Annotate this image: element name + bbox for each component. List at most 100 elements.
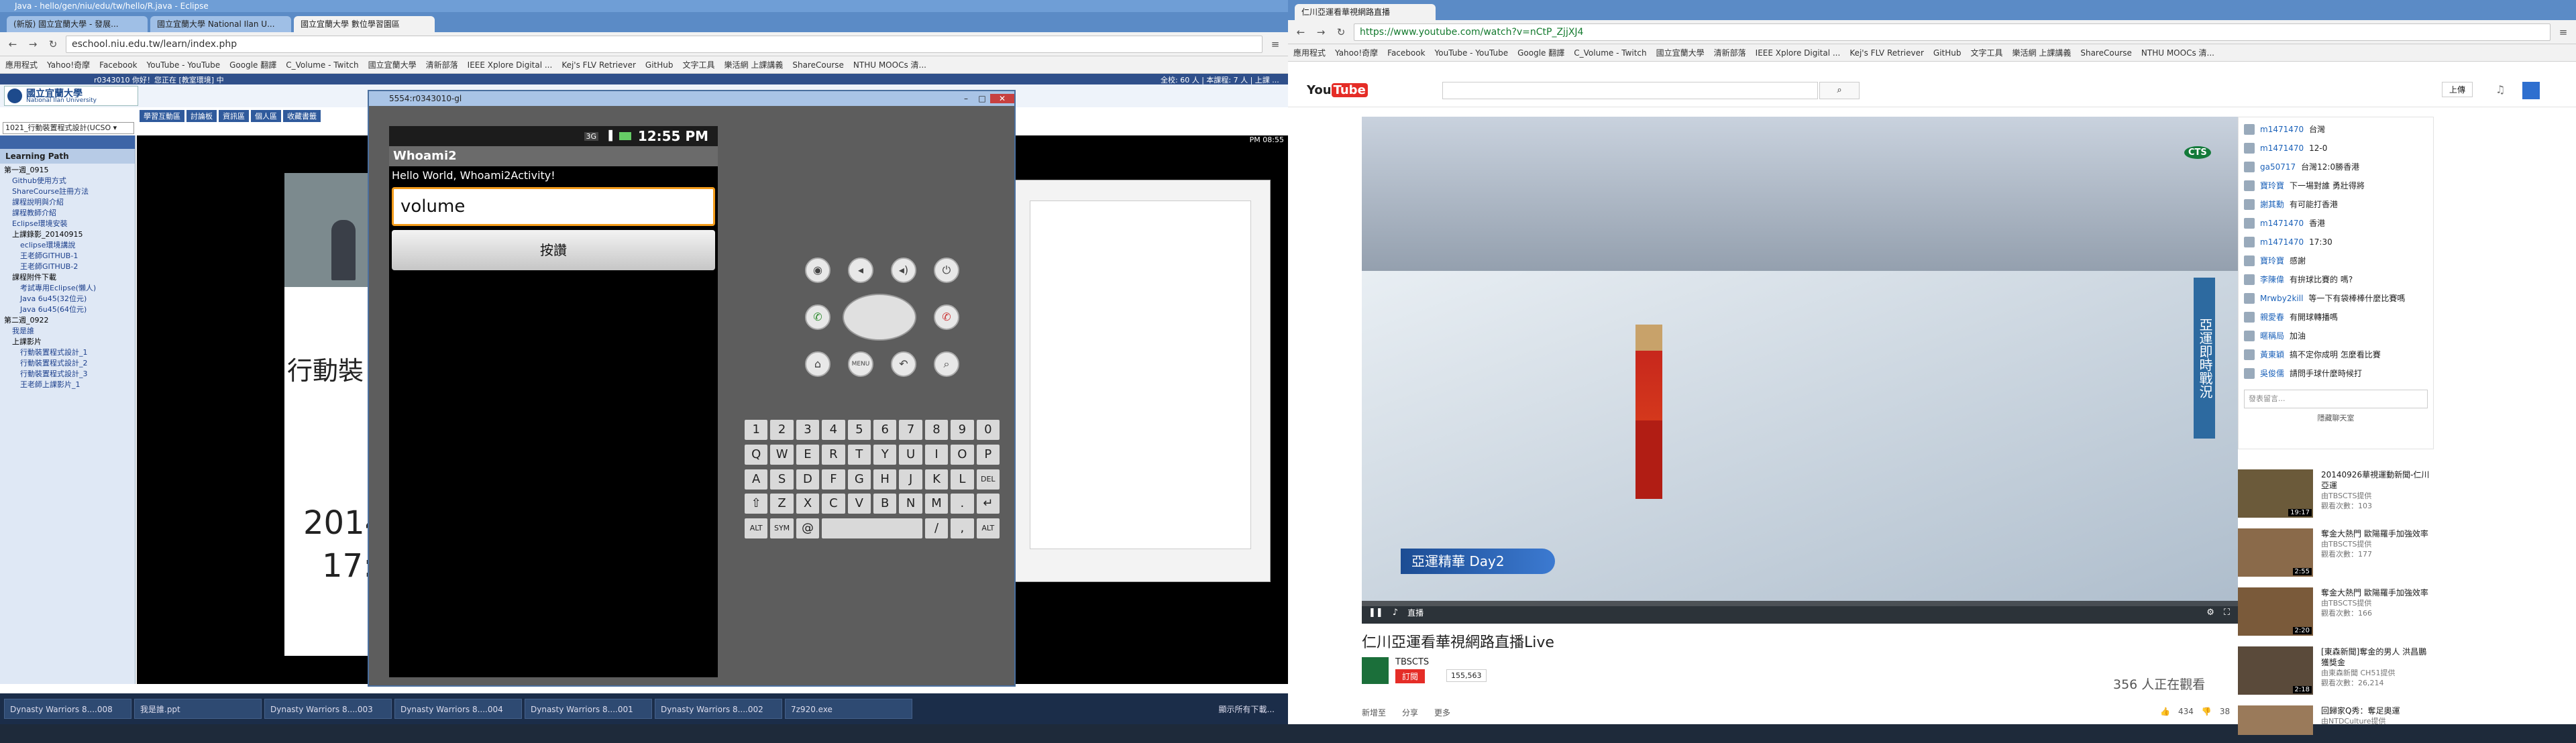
bookmark-youtube[interactable]: YouTube - YouTube — [147, 60, 221, 70]
share-button[interactable]: 分享 — [1402, 707, 1418, 718]
bookmark-flv[interactable]: Kej's FLV Retriever — [561, 60, 636, 70]
right-url-field[interactable]: https://www.youtube.com/watch?v=nCtP_Zjj… — [1354, 23, 2551, 41]
back-key-icon[interactable]: ↶ — [891, 351, 916, 377]
subscribe-button[interactable]: 訂閱 — [1395, 669, 1426, 683]
tree-item[interactable]: 考試專用Eclipse(懶人) — [4, 283, 131, 294]
channel-name[interactable]: TBSCTS — [1395, 657, 1429, 667]
tree-item[interactable]: 王老師GITHUB-1 — [4, 251, 131, 262]
bookmark-nthu[interactable]: NTHU MOOCs 清... — [853, 59, 926, 70]
key[interactable]: 1 — [745, 420, 768, 440]
key[interactable]: N — [899, 494, 922, 514]
youtube-logo[interactable]: You Tube — [1307, 83, 1368, 97]
download-item[interactable]: Dynasty Warriors 8....004 — [394, 699, 522, 719]
key[interactable]: C — [822, 494, 845, 514]
fullscreen-icon[interactable]: ⛶ — [2224, 608, 2230, 618]
bell-icon[interactable]: ♫ — [2496, 83, 2505, 96]
forward-icon[interactable]: → — [25, 37, 40, 52]
download-item[interactable]: Dynasty Warriors 8....003 — [264, 699, 392, 719]
related-video[interactable]: 2:55 奪金大熱門 歐陽羅手加強效率 由TBSCTS提供 觀看次數：177 — [2238, 528, 2434, 582]
key[interactable]: X — [796, 494, 820, 514]
chat-user[interactable]: Mrwby2kill — [2260, 289, 2303, 308]
add-to-button[interactable]: 新增至 — [1362, 707, 1386, 718]
key[interactable]: , — [951, 518, 974, 539]
key-alt[interactable]: ALT — [976, 518, 1000, 539]
key[interactable]: E — [796, 444, 820, 465]
tree-item[interactable]: ShareCourse註冊方法 — [4, 186, 131, 197]
key[interactable]: M — [924, 494, 949, 514]
video-player[interactable]: CTS 亞運即時戰況 亞運精華 Day2 ❚❚ ♪ 直播 ⚙ ⛶ — [1362, 117, 2238, 624]
bookmark-lohas[interactable]: 樂活網 上課講義 — [724, 59, 784, 70]
chat-user[interactable]: 謝其勳 — [2260, 195, 2284, 214]
key[interactable]: U — [899, 444, 922, 465]
bookmark-facebook[interactable]: Facebook — [1387, 48, 1425, 58]
show-all-downloads[interactable]: 顯示所有下載... — [1219, 703, 1275, 715]
key[interactable]: 4 — [822, 420, 845, 440]
chat-user[interactable]: 寶玲寶 — [2260, 176, 2284, 195]
bookmark-yahoo[interactable]: Yahoo!奇摩 — [47, 59, 90, 70]
avatar[interactable] — [2522, 82, 2540, 99]
chat-user[interactable]: m1471470 — [2260, 139, 2304, 158]
tree-item[interactable]: Java 6u45(64位元) — [4, 304, 131, 315]
tree-item[interactable]: 我是誰 — [4, 326, 131, 337]
volume-input[interactable]: volume — [392, 187, 715, 226]
bookmark-translate[interactable]: Google 翻譯 — [1517, 47, 1564, 58]
maximize-icon[interactable]: □ — [974, 94, 990, 103]
bookmark-translate[interactable]: Google 翻譯 — [229, 59, 276, 70]
chat-user[interactable]: 暱稱局 — [2260, 327, 2284, 345]
bookmark-apps[interactable]: 應用程式 — [5, 59, 38, 70]
chat-user[interactable]: 李陳偉 — [2260, 270, 2284, 289]
tree-item[interactable]: 課程附件下載 — [4, 272, 131, 283]
chat-user[interactable]: 黃東穎 — [2260, 345, 2284, 364]
volume-icon[interactable]: ♪ — [1393, 608, 1398, 618]
volume-up-icon[interactable]: ◂) — [891, 258, 916, 283]
key-sym[interactable]: SYM — [770, 518, 794, 539]
tree-item[interactable]: 王老師GITHUB-2 — [4, 262, 131, 272]
thumbs-down-icon[interactable]: 👎 — [2202, 707, 2212, 716]
key[interactable]: W — [770, 444, 794, 465]
tab-niu-eschool[interactable]: 國立宜蘭大學 數位學習園區 — [294, 16, 435, 32]
download-item[interactable]: Dynasty Warriors 8....001 — [525, 699, 652, 719]
key[interactable]: H — [873, 469, 897, 490]
key[interactable]: K — [924, 469, 949, 490]
bookmark-github[interactable]: GitHub — [645, 60, 674, 70]
tree-item[interactable]: 行動裝置程式設計_2 — [4, 358, 131, 369]
tree-item[interactable]: 上課錄影_20140915 — [4, 229, 131, 240]
key-alt[interactable]: ALT — [745, 518, 768, 539]
upload-button[interactable]: 上傳 — [2442, 82, 2473, 97]
chat-user[interactable]: 吳俊儒 — [2260, 364, 2284, 383]
tree-item[interactable]: Github使用方式 — [4, 176, 131, 186]
nav-personal[interactable]: 個人區 — [251, 110, 281, 122]
nav-learning[interactable]: 學習互動區 — [140, 110, 184, 122]
related-video[interactable]: 19:17 20140926華視運動新聞-仁川亞運 由TBSCTS提供 觀看次數：10… — [2238, 469, 2434, 523]
key[interactable]: 9 — [951, 420, 974, 440]
bookmark-youtube[interactable]: YouTube - YouTube — [1435, 48, 1509, 58]
nav-forum[interactable]: 討論板 — [186, 110, 217, 122]
key-enter[interactable]: ↵ — [976, 494, 1000, 514]
chat-user[interactable]: 寶玲寶 — [2260, 251, 2284, 270]
volume-down-icon[interactable]: ◂ — [848, 258, 873, 283]
back-icon[interactable]: ← — [1293, 25, 1308, 40]
key[interactable]: P — [976, 444, 1000, 465]
bookmark-text[interactable]: 文字工具 — [683, 59, 715, 70]
menu-icon[interactable]: ≡ — [2556, 25, 2571, 40]
key[interactable]: G — [847, 469, 871, 490]
dpad[interactable] — [843, 294, 916, 341]
key[interactable]: 6 — [873, 420, 897, 440]
left-url-field[interactable]: eschool.niu.edu.tw/learn/index.php — [66, 35, 1263, 53]
key[interactable]: F — [822, 469, 845, 490]
related-video[interactable]: 2:20 奪金大熱門 歐陽羅手加強效率 由TBSCTS提供 觀看次數：166 — [2238, 587, 2434, 641]
search-key-icon[interactable]: ⌕ — [934, 351, 959, 377]
home-icon[interactable]: ⌂ — [805, 351, 830, 377]
bookmark-ieee[interactable]: IEEE Xplore Digital ... — [468, 60, 553, 70]
reload-icon[interactable]: ↻ — [46, 37, 60, 52]
key[interactable]: S — [770, 469, 794, 490]
key-shift[interactable]: ⇧ — [745, 494, 768, 514]
bookmark-niu[interactable]: 國立宜蘭大學 — [368, 59, 417, 70]
key[interactable]: 2 — [770, 420, 794, 440]
bookmark-flv[interactable]: Kej's FLV Retriever — [1849, 48, 1924, 58]
tree-item[interactable]: 第一週_0915 — [4, 165, 131, 176]
bookmark-twitch[interactable]: C_Volume - Twitch — [286, 60, 358, 70]
download-item[interactable]: Dynasty Warriors 8....002 — [655, 699, 782, 719]
tree-item[interactable]: 課程說明與介紹 — [4, 197, 131, 208]
end-call-icon[interactable]: ✆ — [934, 304, 959, 330]
